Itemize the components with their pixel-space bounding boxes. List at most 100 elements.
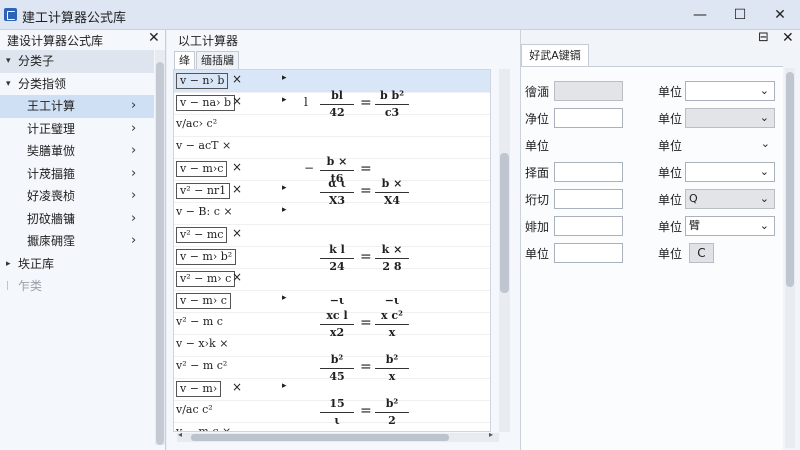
insert-arrow-icon[interactable]: ▸ (282, 205, 287, 215)
formula-expression[interactable]: v² − nr1 (176, 183, 231, 199)
value-input[interactable] (554, 189, 623, 209)
tree-item-child[interactable]: 好凌喪桢 › (0, 185, 154, 208)
scrollbar-thumb[interactable] (156, 62, 164, 445)
formula-row[interactable]: v² − m c xc l x2 x c² x = (174, 309, 490, 339)
formula-row[interactable]: v² − nr1 × ▸ α ι X3 b × X4 = (174, 177, 490, 207)
remove-icon[interactable]: × (232, 226, 242, 240)
parameter-scrollbar[interactable] (785, 68, 795, 448)
unit-select[interactable]: ⌄ (685, 135, 775, 155)
unit-select[interactable]: ⌄ (685, 162, 775, 182)
chevron-right-icon[interactable]: › (131, 208, 136, 231)
insert-arrow-icon[interactable]: ▸ (282, 183, 287, 193)
tree-item-child[interactable]: 计正璧理 › (0, 118, 154, 141)
fraction-left: k l 24 (318, 243, 356, 273)
formula-expression[interactable]: v/ac c² (176, 403, 213, 416)
formula-expression[interactable]: v² − m› c (176, 271, 236, 287)
tree-item-label: 乍类 (18, 279, 43, 293)
formula-expression[interactable]: v − x›k × (176, 337, 228, 350)
formula-expression[interactable]: v − m›c (176, 161, 228, 177)
formula-row[interactable]: v² − m c² b² 45 b² x = (174, 353, 490, 383)
formula-row[interactable]: v/ac c² 15 ι b² 2 = (174, 397, 490, 427)
formula-expression[interactable]: v² − m c (176, 315, 223, 328)
formula-expression[interactable]: v − m› c (176, 293, 231, 309)
formula-list-vscroll[interactable] (499, 69, 510, 432)
tree-item[interactable]: ▾ 分类子 (0, 50, 154, 73)
chevron-right-icon[interactable]: › (131, 230, 136, 253)
fraction-right: x c² x (373, 309, 411, 339)
insert-arrow-icon[interactable]: ▸ (282, 381, 287, 391)
collapsed-arrow-icon[interactable]: ▸ (6, 253, 11, 276)
expanded-arrow-icon[interactable]: ▾ (6, 73, 11, 96)
formula-row[interactable]: v² − m› c × (174, 268, 490, 291)
value-input[interactable] (554, 81, 623, 101)
insert-arrow-icon[interactable]: ▸ (282, 293, 287, 303)
chevron-right-icon[interactable]: › (131, 118, 136, 141)
close-button[interactable]: ✕ (760, 0, 800, 30)
tree-item-child[interactable]: 擫庲砽霔 › (0, 230, 154, 253)
value-input[interactable] (554, 162, 623, 182)
tab-formulas[interactable]: 绛 (174, 51, 195, 69)
formula-row[interactable]: v − m› b² k l 24 k × 2 8 = (174, 243, 490, 273)
panel-close-button[interactable]: ✕ (148, 30, 162, 46)
tree-item[interactable]: ▸ 垁正库 (0, 253, 154, 276)
field-label: 婔加 (525, 220, 550, 234)
insert-arrow-icon[interactable]: ▸ (282, 95, 287, 105)
formula-row[interactable]: v/ac› c² (174, 114, 490, 137)
tree-item-child[interactable]: 扨砇牆镛 › (0, 208, 154, 231)
formula-expression[interactable]: v² − m c² (176, 359, 227, 372)
clear-button[interactable]: C (689, 243, 714, 263)
remove-icon[interactable]: × (232, 182, 242, 196)
formula-expression[interactable]: v² − mc (176, 227, 228, 243)
remove-icon[interactable]: × (232, 380, 242, 394)
scrollbar-thumb[interactable] (191, 434, 449, 441)
value-input[interactable] (554, 216, 623, 236)
panel-close-button[interactable]: ✕ (782, 30, 794, 46)
tree-scrollbar[interactable] (155, 50, 165, 445)
insert-arrow-icon[interactable]: ▸ (282, 73, 287, 83)
scrollbar-thumb[interactable] (786, 72, 794, 287)
pin-icon[interactable]: ⊟ (758, 30, 769, 45)
tab-editor[interactable]: 缅插牖 (196, 51, 239, 69)
formula-expression[interactable]: v/ac› c² (176, 117, 217, 130)
tab-parameters[interactable]: 好武A键镉 (521, 44, 589, 66)
unit-select[interactable]: ⌄ (685, 81, 775, 101)
tree-item-child[interactable]: 奘膳莗倣 › (0, 140, 154, 163)
formula-expression[interactable]: v − m› (176, 381, 222, 397)
formula-expression[interactable]: v − acT × (176, 139, 231, 152)
formula-list-hscroll[interactable]: ◂ ▸ (177, 430, 499, 442)
unit-select[interactable]: 臂 ⌄ (685, 216, 775, 236)
formula-expression[interactable]: v − na› b (176, 95, 236, 111)
chevron-right-icon[interactable]: › (131, 163, 136, 186)
chevron-right-icon[interactable]: › (131, 140, 136, 163)
maximize-button[interactable]: ☐ (720, 0, 760, 30)
value-input[interactable] (554, 243, 623, 263)
tree-item-child[interactable]: 王工计算 › (0, 95, 154, 118)
remove-icon[interactable]: × (232, 72, 242, 86)
formula-expression[interactable]: v − n› b (176, 73, 229, 89)
chevron-right-icon[interactable]: › (131, 95, 136, 118)
minimize-button[interactable]: — (680, 0, 720, 30)
formula-row[interactable]: v − B: c × ▸ (174, 202, 490, 225)
expanded-arrow-icon[interactable]: ▾ (6, 50, 11, 73)
tree-item-child[interactable]: 计荗揊箍 › (0, 163, 154, 186)
unit-label: 单位 (658, 220, 683, 234)
equals-sign: = (360, 249, 372, 265)
unit-select[interactable]: ⌄ (685, 108, 775, 128)
remove-icon[interactable]: × (232, 94, 242, 108)
tree-item[interactable]: | 乍类 (0, 275, 154, 298)
scrollbar-thumb[interactable] (500, 153, 509, 293)
formula-expression[interactable]: v − m› b² (176, 249, 237, 265)
remove-icon[interactable]: × (232, 270, 242, 284)
formula-expression[interactable]: v − B: c × (176, 205, 233, 218)
unit-select[interactable]: Q ⌄ (685, 189, 775, 209)
remove-icon[interactable]: × (232, 160, 242, 174)
formula-row[interactable]: v − m c × (174, 422, 490, 431)
value-input[interactable] (554, 108, 623, 128)
tree-item[interactable]: ▾ 分类指领 (0, 73, 154, 96)
scroll-right-icon[interactable]: ▸ (489, 430, 493, 439)
chevron-right-icon[interactable]: › (131, 185, 136, 208)
numerator: b × (326, 155, 348, 168)
formula-expression[interactable]: v − m c × (176, 425, 231, 431)
formula-row[interactable]: v − na› b × ▸ l bl 42 b b² c3 = (174, 89, 490, 119)
scroll-left-icon[interactable]: ◂ (178, 430, 182, 439)
